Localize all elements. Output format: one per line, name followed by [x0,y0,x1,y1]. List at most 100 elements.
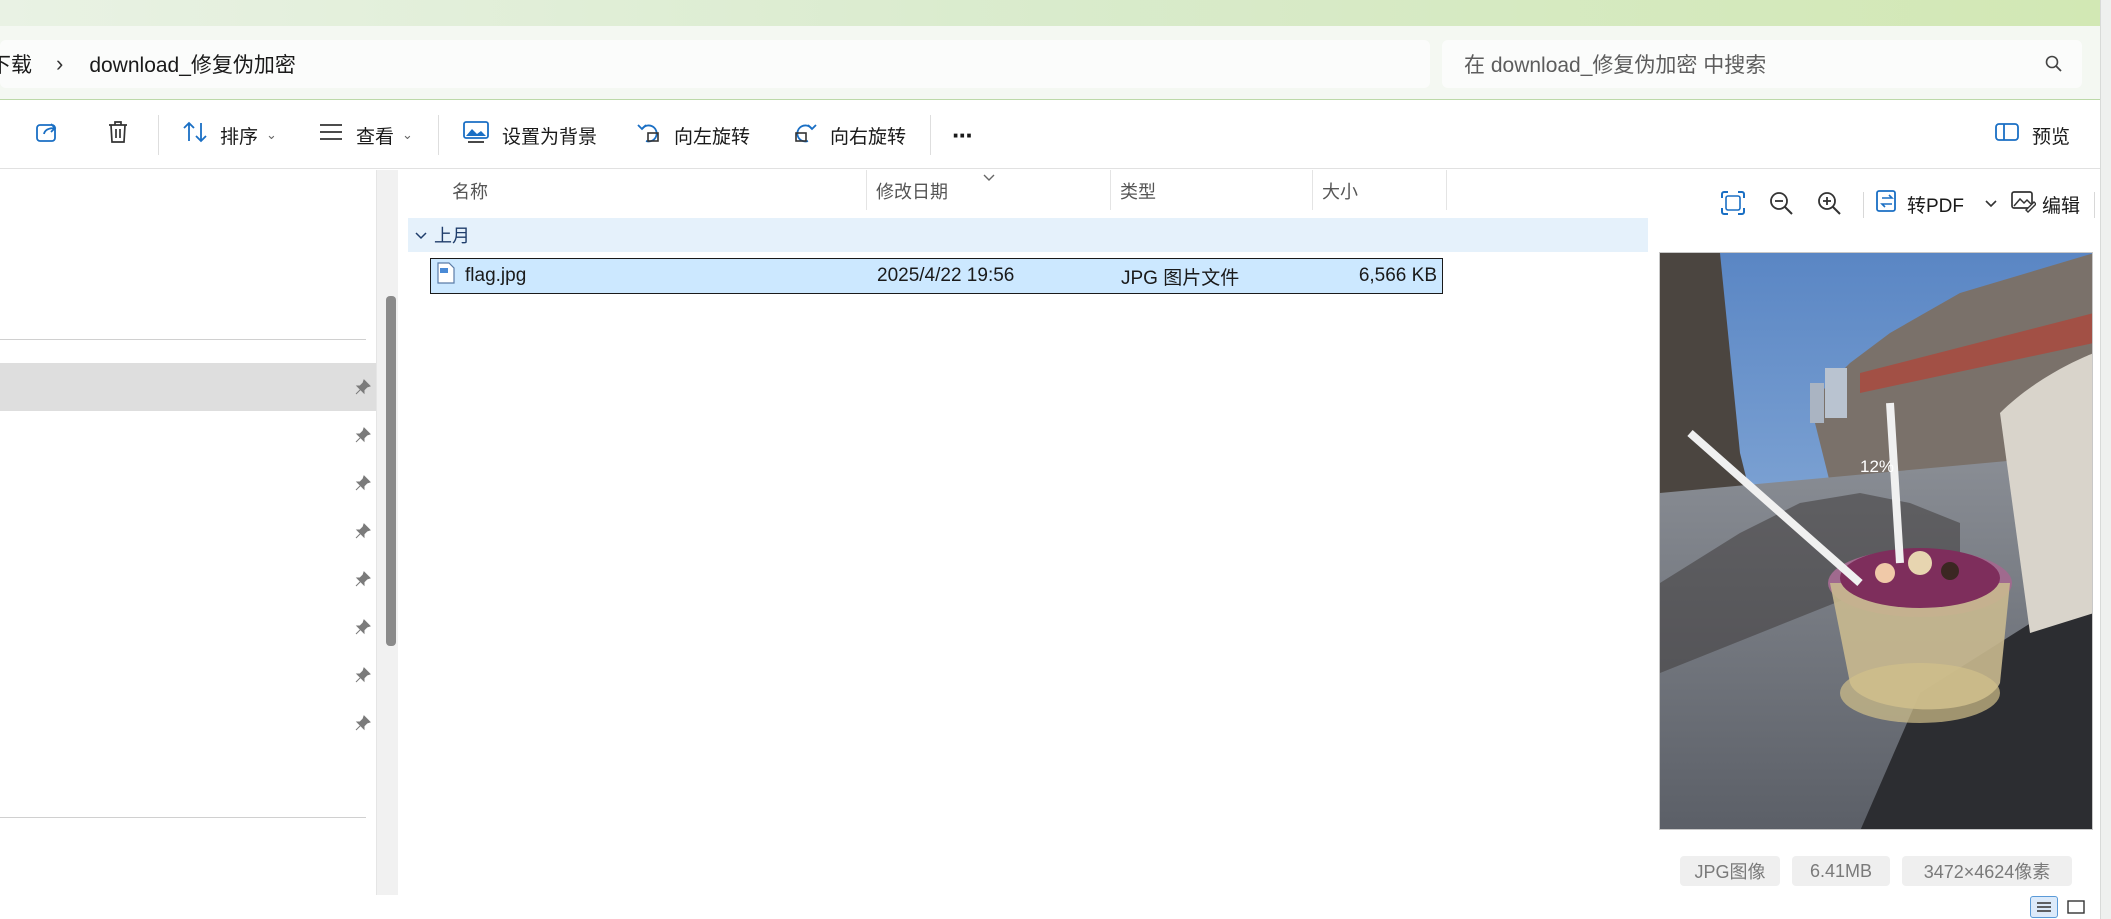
file-size-badge: 6.41MB [1792,856,1890,886]
preview-label: 预览 [2032,126,2071,148]
convert-to-pdf-button[interactable]: 转PDF [1875,188,1998,220]
column-modified-label: 修改日期 [876,182,948,202]
column-header-type[interactable]: 类型 [1112,170,1312,212]
file-name: flag.jpg [465,265,527,286]
nav-item-pinned-1[interactable] [0,363,376,411]
pin-icon[interactable] [355,571,371,592]
more-icon: ··· [952,119,974,150]
group-header-last-month[interactable]: 上月 [408,218,1648,252]
column-header-size[interactable]: 大小 [1314,170,1446,212]
image-preview[interactable]: 12% [1659,252,2093,830]
rotate-left-icon [636,119,662,151]
file-list: 名称 修改日期 类型 大小 上月 flag.jpg 2025/4/22 19:5… [400,170,1648,895]
chevron-down-icon: ⌄ [402,127,413,142]
nav-item-pinned-6[interactable] [0,603,376,651]
chevron-down-icon: ⌄ [266,127,277,142]
search-input[interactable]: 在 download_修复伪加密 中搜索 [1442,40,2082,88]
group-label: 上月 [434,226,470,246]
pin-icon[interactable] [355,427,371,448]
preview-toolbar-divider [1863,192,1864,218]
toolbar-divider [158,115,159,155]
to-pdf-label: 转PDF [1907,195,1965,217]
dimensions-badge: 3472×4624像素 [1902,856,2072,886]
preview-pane-icon [1994,122,2020,148]
column-name-label: 名称 [452,182,488,202]
pin-icon[interactable] [355,619,371,640]
column-divider[interactable] [1110,170,1111,210]
breadcrumb-item-prev[interactable]: 下载 [0,49,32,79]
address-row: 下载 › download_修复伪加密 在 download_修复伪加密 中搜索 [0,26,2100,100]
nav-item-pinned-7[interactable] [0,651,376,699]
zoom-out-icon[interactable] [1768,190,1794,221]
nav-item-pinned-3[interactable] [0,459,376,507]
column-size-label: 大小 [1322,182,1358,202]
rotate-right-icon [792,119,818,151]
sort-icon [182,120,208,150]
nav-divider [0,817,366,818]
tiles-view-icon[interactable] [2064,896,2088,918]
preview-toggle-button[interactable]: 预览 [1994,101,2070,169]
more-options-button[interactable]: ··· [952,101,974,169]
pin-icon[interactable] [355,523,371,544]
chevron-right-icon[interactable]: › [56,51,63,77]
pin-icon[interactable] [355,379,371,400]
nav-item-pinned-2[interactable] [0,411,376,459]
command-bar: 排序 ⌄ 查看 ⌄ 设置为背景 向左旋转 向右旋转 ··· 预览 [0,101,2100,169]
fit-screen-icon[interactable] [1720,190,1746,221]
nav-item-pinned-5[interactable] [0,555,376,603]
column-divider[interactable] [1446,170,1447,210]
image-file-icon [437,262,455,290]
trash-icon [106,119,130,151]
rotate-right-label: 向右旋转 [830,126,907,148]
details-view-icon[interactable] [2030,896,2058,918]
nav-divider [0,339,366,340]
column-header-name[interactable]: 名称 [444,170,866,212]
nav-item-pinned-8[interactable] [0,699,376,747]
preview-pane: 转PDF 编辑 12% JPG图像 6.41MB 3472×4624像素 [1650,170,2100,919]
view-mode-toggles [2030,896,2088,918]
title-bar [0,0,2100,26]
breadcrumb[interactable]: 下载 › download_修复伪加密 [0,40,1430,88]
rotate-left-label: 向左旋转 [674,126,751,148]
zoom-level-overlay: 12% [1860,457,1895,476]
format-badge: JPG图像 [1680,856,1780,886]
file-row[interactable]: flag.jpg 2025/4/22 19:56 JPG 图片文件 6,566 … [430,258,1443,294]
list-view-icon [318,122,344,148]
edit-label: 编辑 [2042,195,2081,217]
window-edge [2100,0,2111,919]
pdf-convert-icon [1875,188,1901,220]
share-icon [34,119,60,151]
pin-icon[interactable] [355,475,371,496]
set-background-label: 设置为背景 [502,126,598,148]
column-divider[interactable] [866,170,867,210]
preview-photo [1660,253,2092,829]
nav-scrollbar-thumb[interactable] [386,296,396,646]
preview-toolbar: 转PDF 编辑 [1650,170,2100,240]
search-icon[interactable] [2044,54,2064,80]
rotate-left-button[interactable]: 向左旋转 [636,101,750,169]
toolbar-divider [438,115,439,155]
chevron-down-icon[interactable] [1984,193,1998,215]
column-divider[interactable] [1312,170,1313,210]
column-type-label: 类型 [1120,182,1156,202]
nav-item-pinned-4[interactable] [0,507,376,555]
share-button[interactable] [34,101,60,169]
preview-toolbar-divider [2094,192,2095,218]
pin-icon[interactable] [355,715,371,736]
delete-button[interactable] [106,101,130,169]
view-button[interactable]: 查看 ⌄ [318,101,413,169]
set-background-button[interactable]: 设置为背景 [462,101,597,169]
sort-button[interactable]: 排序 ⌄ [182,101,277,169]
file-type: JPG 图片文件 [1121,267,1240,289]
zoom-in-icon[interactable] [1816,190,1842,221]
file-modified: 2025/4/22 19:56 [877,265,1015,286]
toolbar-divider [930,115,931,155]
edit-button[interactable]: 编辑 [2010,188,2080,220]
rotate-right-button[interactable]: 向右旋转 [792,101,906,169]
file-size: 6,566 KB [1358,265,1437,286]
view-label: 查看 [356,126,395,148]
breadcrumb-item-current[interactable]: download_修复伪加密 [89,49,296,79]
image-edit-icon [2010,188,2037,220]
pin-icon[interactable] [355,667,371,688]
chevron-down-icon[interactable] [414,225,428,246]
